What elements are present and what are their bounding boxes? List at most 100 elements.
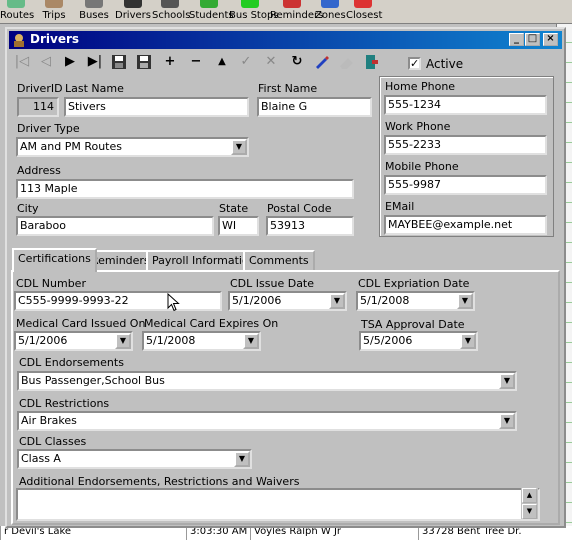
cdl-issue-date-picker[interactable]: 5/1/2006 ▼ xyxy=(228,291,347,311)
medical-card-issued-label: Medical Card Issued On xyxy=(16,317,146,330)
pencil-icon xyxy=(316,56,329,69)
grid-cell: 33728 Bent Tree Dr. xyxy=(418,526,572,540)
chevron-down-icon[interactable]: ▼ xyxy=(234,451,250,467)
first-record-button[interactable]: |◁ xyxy=(12,52,32,72)
save-all-button[interactable] xyxy=(134,52,154,72)
cdl-classes-label: CDL Classes xyxy=(19,435,87,448)
driver-id-label: DriverID xyxy=(17,82,63,95)
closest-button[interactable]: Closest xyxy=(346,0,382,24)
driver-type-select[interactable]: AM and PM Routes ▼ xyxy=(16,137,249,157)
edit-button[interactable] xyxy=(312,52,332,72)
bus-icon xyxy=(85,0,103,8)
minimize-button[interactable]: _ xyxy=(509,33,524,46)
work-phone-label: Work Phone xyxy=(385,120,451,133)
state-field[interactable]: WI xyxy=(218,216,259,236)
chevron-down-icon[interactable]: ▼ xyxy=(499,413,515,429)
post-edit-button[interactable]: ✓ xyxy=(236,52,256,72)
chevron-down-icon[interactable]: ▼ xyxy=(499,373,515,389)
medical-card-issued-picker[interactable]: 5/1/2006 ▼ xyxy=(14,331,133,351)
first-name-field[interactable]: Blaine G xyxy=(257,97,372,117)
chevron-down-icon[interactable]: ▼ xyxy=(231,139,247,155)
schools-button[interactable]: Schools xyxy=(152,0,190,24)
cdl-endorsements-select[interactable]: Bus Passenger,School Bus ▼ xyxy=(17,371,517,391)
bus-stops-button[interactable]: Bus Stops xyxy=(229,0,279,24)
reminder-icon xyxy=(283,0,301,8)
next-record-button[interactable]: ▶ xyxy=(60,52,80,72)
tsa-approval-date-label: TSA Approval Date xyxy=(361,318,465,331)
chevron-down-icon[interactable]: ▼ xyxy=(460,333,476,349)
cdl-classes-select[interactable]: Class A ▼ xyxy=(17,449,252,469)
cdl-issue-date-label: CDL Issue Date xyxy=(230,277,315,290)
mobile-phone-field[interactable]: 555-9987 xyxy=(384,175,547,195)
cancel-edit-button[interactable]: ✕ xyxy=(261,52,281,72)
cdl-number-field[interactable]: C555-9999-9993-22 xyxy=(14,291,222,311)
delete-record-button[interactable]: − xyxy=(186,52,206,72)
tsa-approval-date-picker[interactable]: 5/5/2006 ▼ xyxy=(359,331,478,351)
window-title-bar[interactable]: Drivers _ □ × xyxy=(9,31,562,49)
tsa-approval-date-value: 5/5/2006 xyxy=(363,334,413,347)
last-name-field[interactable]: Stivers xyxy=(64,97,249,117)
window-title: Drivers xyxy=(30,32,80,46)
zones-button[interactable]: Zones xyxy=(315,0,346,24)
reminders-button[interactable]: Reminders xyxy=(270,0,323,24)
cdl-expiration-date-label: CDL Expriation Date xyxy=(358,277,470,290)
active-label: Active xyxy=(426,57,464,71)
city-field[interactable]: Baraboo xyxy=(16,216,214,236)
cdl-endorsements-value: Bus Passenger,School Bus xyxy=(21,374,165,387)
prev-record-button[interactable]: ◁ xyxy=(36,52,56,72)
driver-id-field: 114 xyxy=(17,97,59,117)
refresh-button[interactable]: ↻ xyxy=(287,52,307,72)
postal-code-field[interactable]: 53913 xyxy=(266,216,354,236)
home-phone-label: Home Phone xyxy=(385,80,456,93)
textarea-scrollbar[interactable]: ▲ ▼ xyxy=(521,488,538,519)
chevron-down-icon[interactable]: ▼ xyxy=(115,333,131,349)
eraser-icon xyxy=(340,58,353,69)
state-label: State xyxy=(219,202,249,215)
active-checkbox[interactable]: ✓ xyxy=(408,57,421,70)
routes-icon xyxy=(7,0,25,8)
close-button[interactable]: × xyxy=(543,33,558,46)
address-field[interactable]: 113 Maple xyxy=(16,179,354,199)
routes-button[interactable]: Routes xyxy=(0,0,34,24)
chevron-down-icon[interactable]: ▼ xyxy=(457,293,473,309)
additional-endorsements-textarea[interactable] xyxy=(16,488,540,521)
email-field[interactable]: MAYBEE@example.net xyxy=(384,215,547,235)
chevron-down-icon[interactable]: ▼ xyxy=(243,333,259,349)
grid-cell: Voyles Ralph W Jr xyxy=(250,526,418,540)
trips-button[interactable]: Trips xyxy=(38,0,70,24)
drivers-window: Drivers _ □ × |◁ ◁ ▶ ▶| + − ▲ ✓ ✕ ↻ ✓ Ac… xyxy=(5,27,566,528)
grid-cell: r Devil's Lake xyxy=(0,526,186,540)
cdl-number-label: CDL Number xyxy=(16,277,86,290)
chevron-down-icon[interactable]: ▼ xyxy=(329,293,345,309)
students-button[interactable]: Students xyxy=(189,0,234,24)
scroll-up-icon[interactable]: ▲ xyxy=(522,488,537,503)
clear-button[interactable] xyxy=(337,52,357,72)
medical-card-expires-picker[interactable]: 5/1/2008 ▼ xyxy=(142,331,261,351)
exit-button[interactable] xyxy=(362,52,382,72)
save-record-button[interactable] xyxy=(109,52,129,72)
last-record-button[interactable]: ▶| xyxy=(85,52,105,72)
add-record-button[interactable]: + xyxy=(160,52,180,72)
tab-comments[interactable]: Comments xyxy=(243,250,315,271)
additional-endorsements-label: Additional Endorsements, Restrictions an… xyxy=(19,475,300,488)
home-phone-field[interactable]: 555-1234 xyxy=(384,95,547,115)
mobile-phone-label: Mobile Phone xyxy=(385,160,459,173)
cdl-expiration-date-picker[interactable]: 5/1/2008 ▼ xyxy=(356,291,475,311)
medical-card-expires-value: 5/1/2008 xyxy=(146,334,196,347)
cdl-restrictions-select[interactable]: Air Brakes ▼ xyxy=(17,411,517,431)
floppy-multiple-icon xyxy=(137,55,151,69)
work-phone-field[interactable]: 555-2233 xyxy=(384,135,547,155)
buses-button[interactable]: Buses xyxy=(77,0,111,24)
cdl-issue-date-value: 5/1/2006 xyxy=(232,294,282,307)
drivers-button[interactable]: Drivers xyxy=(115,0,151,24)
up-button[interactable]: ▲ xyxy=(212,52,232,72)
scroll-down-icon[interactable]: ▼ xyxy=(522,504,537,519)
students-icon xyxy=(200,0,218,8)
tab-certifications[interactable]: Certifications xyxy=(12,248,97,272)
maximize-button[interactable]: □ xyxy=(525,33,540,46)
grid-cell: 3:03:30 AM xyxy=(186,526,250,540)
cdl-classes-value: Class A xyxy=(21,452,61,465)
first-name-label: First Name xyxy=(258,82,318,95)
driver-icon xyxy=(124,0,142,8)
last-name-label: Last Name xyxy=(65,82,124,95)
